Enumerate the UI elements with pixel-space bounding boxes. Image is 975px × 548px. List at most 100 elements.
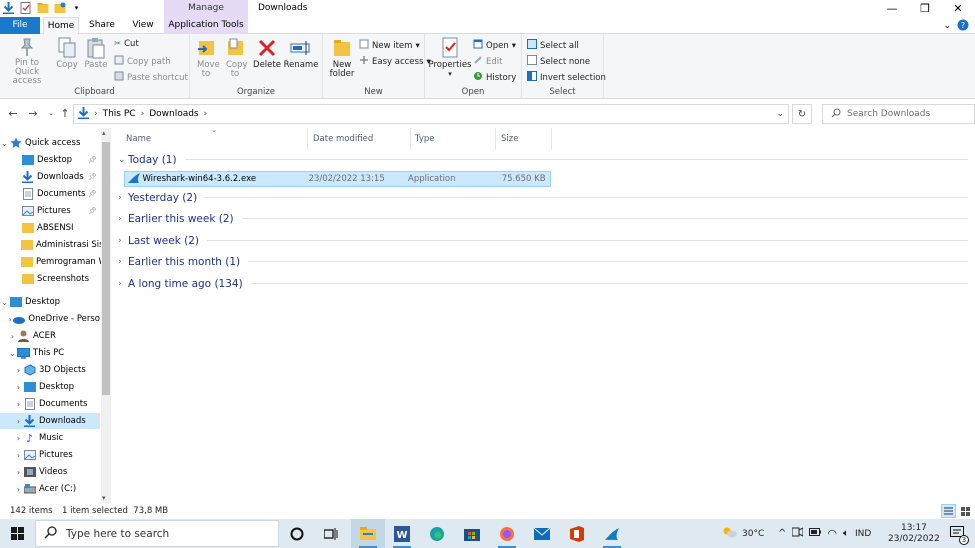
office-icon[interactable] bbox=[560, 519, 594, 548]
column-header-size[interactable]: Size bbox=[501, 134, 518, 144]
collapsed-chevron-icon[interactable]: › bbox=[14, 434, 23, 443]
chevron-down-icon[interactable]: ⌄ bbox=[943, 21, 951, 31]
properties-button[interactable]: Properties ▾ bbox=[429, 37, 471, 79]
back-arrow-icon[interactable]: ← bbox=[6, 106, 20, 120]
customize-qat-icon[interactable]: ▾ bbox=[70, 1, 83, 14]
nav-qa-documents[interactable]: Documents 📌︎ bbox=[0, 186, 100, 202]
group-long-time-ago[interactable]: › A long time ago (134) bbox=[118, 275, 968, 292]
copy-to-button[interactable]: Copy to bbox=[221, 37, 249, 79]
nav-pc-videos[interactable]: › Videos bbox=[0, 464, 100, 480]
nav-pc-downloads[interactable]: › Downloads bbox=[0, 413, 100, 429]
taskbar-search-input[interactable]: Type here to search bbox=[35, 520, 279, 547]
expanded-chevron-icon[interactable]: ⌄ bbox=[0, 139, 9, 148]
maximize-button[interactable]: ❐ bbox=[910, 0, 940, 17]
column-separator[interactable] bbox=[495, 128, 496, 150]
search-input[interactable]: Search Downloads bbox=[822, 104, 975, 124]
close-button[interactable]: ✕ bbox=[943, 0, 973, 17]
move-to-button[interactable]: Move to bbox=[192, 37, 220, 79]
battery-icon[interactable] bbox=[809, 528, 822, 539]
nav-onedrive[interactable]: › OneDrive - Perso bbox=[0, 311, 100, 327]
cut-button[interactable]: ✂ Cut bbox=[114, 39, 139, 49]
tab-view[interactable]: View bbox=[126, 17, 160, 34]
edit-button[interactable]: Edit bbox=[473, 55, 502, 68]
recent-locations-chevron-icon[interactable]: ⌄ bbox=[44, 106, 58, 120]
folder-icon[interactable] bbox=[36, 1, 49, 14]
weather-widget[interactable]: 30°C bbox=[722, 519, 764, 548]
expanded-chevron-icon[interactable]: ⌄ bbox=[8, 349, 17, 358]
column-separator[interactable] bbox=[410, 128, 411, 150]
forward-arrow-icon[interactable]: → bbox=[26, 106, 40, 120]
microsoft-store-icon[interactable] bbox=[455, 519, 489, 548]
task-view-icon[interactable] bbox=[314, 519, 348, 548]
collapsed-chevron-icon[interactable]: › bbox=[118, 214, 128, 224]
nav-qa-pictures[interactable]: Pictures 📌︎ bbox=[0, 203, 100, 219]
group-last-week[interactable]: › Last week (2) bbox=[118, 232, 968, 249]
paste-button[interactable]: Paste bbox=[83, 37, 109, 70]
collapsed-chevron-icon[interactable]: › bbox=[118, 193, 128, 203]
copy-path-button[interactable]: Copy path bbox=[114, 55, 171, 68]
delete-button[interactable]: Delete bbox=[252, 37, 282, 70]
address-field[interactable]: › This PC › Downloads › ⌄ bbox=[73, 104, 789, 124]
nav-pc-drive-c[interactable]: › Acer (C:) bbox=[0, 481, 100, 497]
nav-pc-music[interactable]: › ♪ Music bbox=[0, 430, 100, 446]
invert-selection-button[interactable]: Invert selection bbox=[527, 71, 606, 84]
column-separator[interactable] bbox=[307, 128, 308, 150]
open-button[interactable]: Open ▾ bbox=[473, 39, 516, 52]
breadcrumb-this-pc[interactable]: This PC bbox=[103, 109, 136, 119]
word-icon[interactable]: W bbox=[385, 519, 419, 548]
meet-now-icon[interactable] bbox=[791, 527, 804, 540]
firefox-icon[interactable] bbox=[490, 519, 524, 548]
nav-qa-pemrograman[interactable]: Pemrograman W bbox=[0, 254, 107, 270]
minimize-button[interactable]: — bbox=[877, 0, 907, 17]
refresh-button[interactable]: ↻ bbox=[792, 104, 812, 124]
scroll-up-icon[interactable]: ▴ bbox=[102, 129, 106, 137]
nav-qa-administrasi[interactable]: Administrasi Sist bbox=[0, 237, 107, 253]
group-today[interactable]: ⌄ Today (1) bbox=[118, 151, 968, 168]
group-earlier-this-week[interactable]: › Earlier this week (2) bbox=[118, 210, 968, 227]
paste-shortcut-button[interactable]: Paste shortcut bbox=[114, 71, 188, 84]
clock[interactable]: 13:17 23/02/2022 bbox=[888, 519, 940, 548]
select-none-button[interactable]: Select none bbox=[527, 55, 590, 68]
history-button[interactable]: History bbox=[473, 71, 516, 84]
nav-qa-screenshots[interactable]: Screenshots bbox=[0, 271, 100, 287]
notification-center-button[interactable]: 3 bbox=[942, 519, 972, 548]
new-folder-icon[interactable] bbox=[53, 1, 66, 14]
nav-qa-downloads[interactable]: Downloads 📌︎ bbox=[0, 169, 100, 185]
collapsed-chevron-icon[interactable]: › bbox=[8, 332, 17, 341]
up-arrow-icon[interactable]: ↑ bbox=[58, 106, 72, 120]
nav-quick-access[interactable]: ⌄ Quick access bbox=[0, 135, 100, 151]
nav-pc-documents[interactable]: › Documents bbox=[0, 396, 100, 412]
collapsed-chevron-icon[interactable]: › bbox=[118, 236, 128, 246]
nav-desktop[interactable]: ⌄ Desktop bbox=[0, 294, 100, 310]
rename-button[interactable]: Rename bbox=[284, 37, 318, 70]
group-yesterday[interactable]: › Yesterday (2) bbox=[118, 189, 968, 206]
column-separator[interactable] bbox=[551, 128, 552, 150]
details-view-icon[interactable] bbox=[941, 504, 956, 518]
language-indicator[interactable]: IND bbox=[855, 529, 871, 539]
nav-pc-desktop[interactable]: › Desktop bbox=[0, 379, 100, 395]
file-row[interactable]: Wireshark-win64-3.6.2.exe 23/02/2022 13:… bbox=[124, 171, 551, 187]
collapsed-chevron-icon[interactable]: › bbox=[14, 451, 23, 460]
wifi-icon[interactable]: ◠ bbox=[827, 527, 837, 540]
column-header-name[interactable]: Name bbox=[126, 134, 151, 144]
collapsed-chevron-icon[interactable]: › bbox=[14, 383, 23, 392]
collapsed-chevron-icon[interactable]: › bbox=[14, 400, 23, 409]
scroll-down-icon[interactable]: ▾ bbox=[102, 494, 106, 502]
breadcrumb-downloads[interactable]: Downloads bbox=[149, 109, 198, 119]
nav-acer[interactable]: › ACER bbox=[0, 328, 100, 344]
group-earlier-this-month[interactable]: › Earlier this month (1) bbox=[118, 253, 968, 270]
cortana-icon[interactable] bbox=[280, 519, 314, 548]
new-item-button[interactable]: New item ▾ bbox=[359, 39, 420, 52]
tab-file[interactable]: File bbox=[0, 17, 40, 34]
collapsed-chevron-icon[interactable]: › bbox=[118, 279, 128, 289]
start-button[interactable] bbox=[0, 519, 34, 548]
nav-3d-objects[interactable]: › 3D Objects bbox=[0, 362, 100, 378]
collapsed-chevron-icon[interactable]: › bbox=[14, 485, 23, 494]
nav-scrollbar-thumb[interactable] bbox=[102, 142, 110, 395]
address-dropdown-icon[interactable]: ⌄ bbox=[776, 109, 784, 119]
expanded-chevron-icon[interactable]: ⌄ bbox=[0, 298, 9, 307]
nav-qa-absensi[interactable]: ABSENSI bbox=[0, 220, 100, 236]
download-arrow-icon[interactable] bbox=[2, 1, 15, 14]
easy-access-button[interactable]: Easy access ▾ bbox=[359, 55, 431, 68]
column-header-type[interactable]: Type bbox=[415, 134, 435, 144]
